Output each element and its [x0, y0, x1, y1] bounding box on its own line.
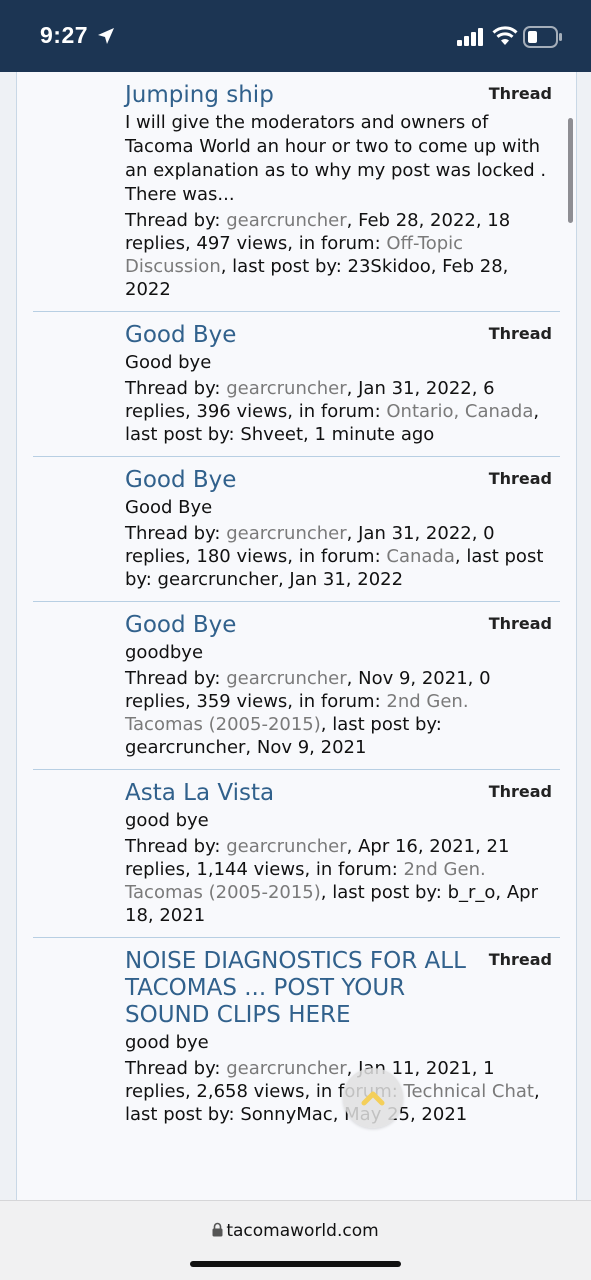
result-snippet: good bye — [125, 1032, 209, 1053]
result-title[interactable]: Jumping ship — [125, 82, 472, 109]
result-title[interactable]: NOISE DIAGNOSTICS FOR ALL TACOMAS ... PO… — [125, 948, 472, 1029]
result-type: Thread — [488, 950, 552, 969]
result-meta: Thread by: gearcruncher, Jan 31, 2022, 0… — [125, 522, 552, 591]
search-result[interactable]: Jumping ship Thread I will give the mode… — [33, 72, 560, 312]
lock-icon — [212, 1222, 223, 1242]
search-result[interactable]: Good Bye Thread Good bye Thread by: gear… — [33, 312, 560, 457]
search-result[interactable]: Good Bye Thread goodbye Thread by: gearc… — [33, 602, 560, 770]
result-snippet: good bye — [125, 810, 209, 831]
result-snippet: Good Bye — [125, 497, 213, 518]
result-type: Thread — [488, 782, 552, 801]
forum-link[interactable]: Canada — [386, 546, 455, 567]
result-snippet: goodbye — [125, 642, 204, 663]
signal-icon — [457, 28, 485, 50]
forum-link[interactable]: Technical Chat — [404, 1081, 534, 1102]
author-link[interactable]: gearcruncher — [226, 836, 346, 857]
result-type: Thread — [488, 614, 552, 633]
result-title[interactable]: Good Bye — [125, 322, 472, 349]
result-type: Thread — [488, 469, 552, 488]
status-time: 9:27 — [40, 22, 89, 48]
search-result[interactable]: Asta La Vista Thread good bye Thread by:… — [33, 770, 560, 938]
result-title[interactable]: Good Bye — [125, 612, 472, 639]
wifi-icon — [492, 26, 518, 50]
result-type: Thread — [488, 324, 552, 343]
author-link[interactable]: gearcruncher — [226, 668, 346, 689]
result-meta: Thread by: gearcruncher, Apr 16, 2021, 2… — [125, 835, 552, 927]
battery-icon — [523, 26, 563, 52]
result-title[interactable]: Asta La Vista — [125, 780, 472, 807]
result-snippet: Good bye — [125, 352, 212, 373]
url-text: tacomaworld.com — [226, 1221, 379, 1241]
author-link[interactable]: gearcruncher — [226, 523, 346, 544]
result-type: Thread — [488, 84, 552, 103]
location-arrow-icon — [96, 26, 116, 50]
search-results-page[interactable]: Jumping ship Thread I will give the mode… — [16, 72, 577, 1200]
chevron-up-icon — [361, 1091, 385, 1106]
meta-prefix: Thread by: — [125, 378, 227, 399]
result-snippet: I will give the moderators and owners of… — [125, 112, 547, 205]
address-bar[interactable]: tacomaworld.com — [0, 1221, 591, 1242]
meta-prefix: Thread by: — [125, 668, 227, 689]
home-indicator[interactable] — [190, 1261, 401, 1267]
search-result[interactable]: Good Bye Thread Good Bye Thread by: gear… — [33, 457, 560, 602]
search-result[interactable]: NOISE DIAGNOSTICS FOR ALL TACOMAS ... PO… — [33, 938, 560, 1136]
browser-bottom-bar: tacomaworld.com — [0, 1200, 591, 1280]
result-meta: Thread by: gearcruncher, Jan 31, 2022, 6… — [125, 377, 552, 446]
author-link[interactable]: gearcruncher — [226, 210, 346, 231]
meta-prefix: Thread by: — [125, 836, 227, 857]
forum-link[interactable]: Ontario, Canada — [386, 401, 533, 422]
result-meta: Thread by: gearcruncher, Jan 11, 2021, 1… — [125, 1057, 552, 1126]
ios-status-bar: 9:27 — [0, 0, 591, 72]
scroll-to-top-button[interactable] — [343, 1068, 403, 1128]
result-meta: Thread by: gearcruncher, Feb 28, 2022, 1… — [125, 209, 552, 301]
author-link[interactable]: gearcruncher — [226, 378, 346, 399]
meta-prefix: Thread by: — [125, 1058, 227, 1079]
meta-prefix: Thread by: — [125, 523, 227, 544]
result-meta: Thread by: gearcruncher, Nov 9, 2021, 0 … — [125, 667, 552, 759]
result-title[interactable]: Good Bye — [125, 467, 472, 494]
meta-prefix: Thread by: — [125, 210, 227, 231]
scrollbar[interactable] — [568, 118, 573, 223]
author-link[interactable]: gearcruncher — [226, 1058, 346, 1079]
